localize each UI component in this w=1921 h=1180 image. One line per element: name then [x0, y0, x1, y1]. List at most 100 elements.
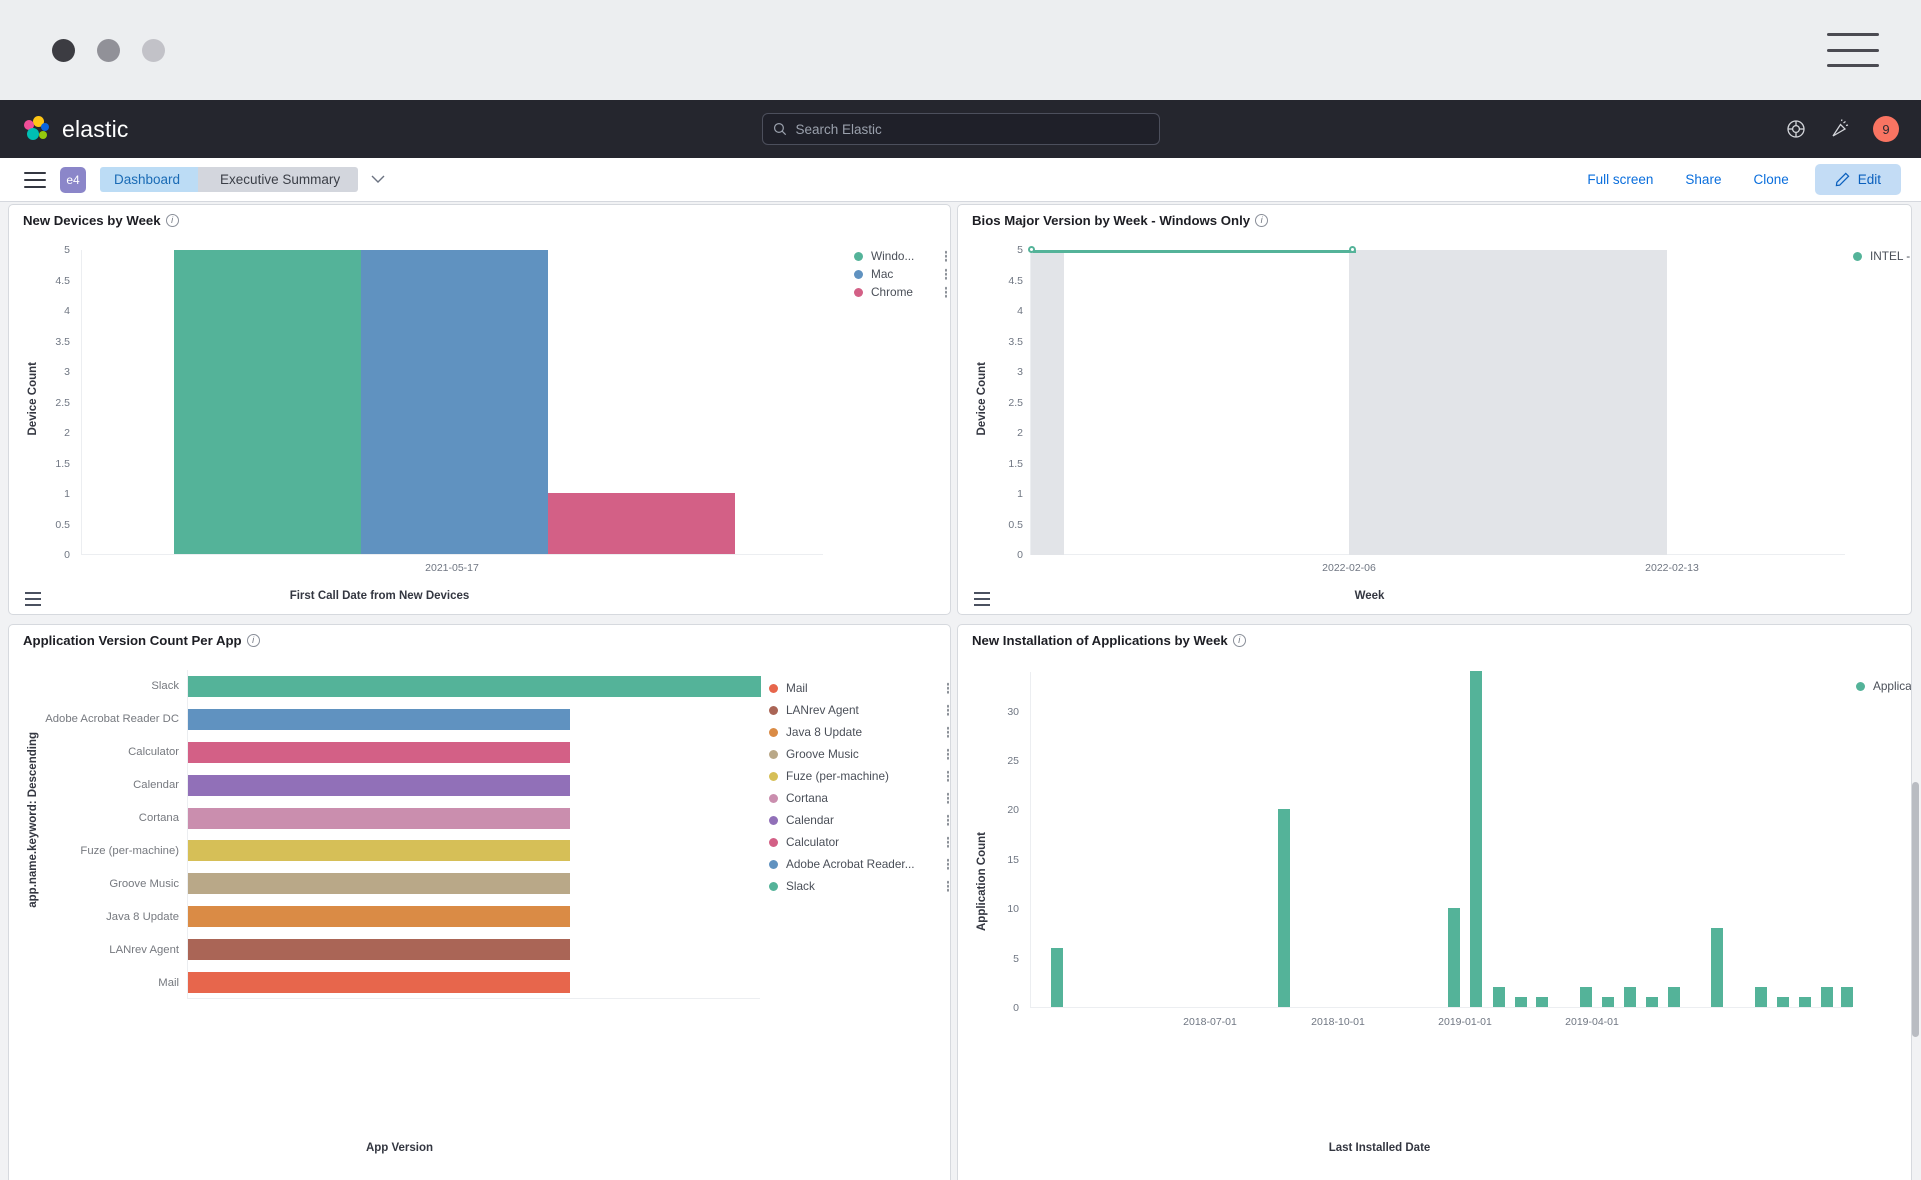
- series-point[interactable]: [1028, 246, 1035, 253]
- panel-title: Bios Major Version by Week - Windows Onl…: [958, 205, 1911, 232]
- category-label: LANrev Agent: [109, 943, 179, 956]
- legend-actions-icon[interactable]: [946, 814, 949, 826]
- breadcrumb-item-executive-summary[interactable]: Executive Summary: [198, 167, 359, 192]
- legend-actions-icon[interactable]: [946, 770, 949, 782]
- bar[interactable]: [1777, 997, 1789, 1007]
- info-icon[interactable]: i: [165, 214, 179, 227]
- announcements-icon[interactable]: [1829, 118, 1851, 140]
- bar-mail[interactable]: [188, 972, 570, 994]
- legend-item[interactable]: Application Co...: [1856, 677, 1911, 695]
- edit-button[interactable]: Edit: [1814, 164, 1901, 195]
- legend-item[interactable]: Groove Music: [769, 743, 950, 765]
- window-minimize-button[interactable]: [97, 38, 120, 62]
- bar-calculator[interactable]: [188, 741, 570, 763]
- y-axis-tick: 0: [64, 549, 70, 561]
- bar[interactable]: [1798, 997, 1811, 1007]
- legend-actions-icon[interactable]: [944, 250, 947, 262]
- bar-lanrev-agent[interactable]: [188, 939, 570, 961]
- user-avatar[interactable]: 9: [1873, 116, 1899, 142]
- nav-menu-icon[interactable]: [24, 171, 46, 188]
- legend-actions-icon[interactable]: [946, 748, 949, 760]
- series-point[interactable]: [1349, 246, 1356, 253]
- browser-menu-icon[interactable]: [1827, 33, 1879, 67]
- bar[interactable]: [1470, 671, 1483, 1007]
- legend-item[interactable]: Slack: [769, 875, 950, 897]
- bar-java-8-update[interactable]: [188, 906, 570, 928]
- bar[interactable]: [1492, 987, 1505, 1007]
- panel-inspect-icon[interactable]: [974, 592, 990, 606]
- bar[interactable]: [1051, 947, 1064, 1007]
- legend-actions-icon[interactable]: [946, 704, 949, 716]
- legend-label: LANrev Agent: [786, 703, 859, 717]
- bar[interactable]: [1602, 997, 1615, 1007]
- legend-actions-icon[interactable]: [946, 880, 949, 892]
- legend-item[interactable]: Adobe Acrobat Reader...: [769, 853, 950, 875]
- bar-fuze-per-machine-[interactable]: [188, 840, 570, 862]
- bar[interactable]: [1645, 997, 1658, 1007]
- legend-actions-icon[interactable]: [946, 858, 949, 870]
- bar[interactable]: [1841, 987, 1853, 1007]
- y-axis-tick: 2.5: [1008, 396, 1023, 409]
- legend-item[interactable]: Windo...: [854, 247, 949, 265]
- legend-label: Cortana: [786, 791, 828, 805]
- legend-item[interactable]: Chrome: [854, 283, 949, 301]
- bar-groove-music[interactable]: [188, 873, 570, 895]
- page-scrollbar[interactable]: [1912, 782, 1919, 1037]
- bar[interactable]: [1514, 997, 1527, 1007]
- info-icon[interactable]: i: [1255, 214, 1269, 227]
- x-axis-tick: 2022-02-06: [1322, 562, 1376, 574]
- bar-slack[interactable]: [188, 675, 761, 697]
- legend-item[interactable]: LANrev Agent: [769, 699, 950, 721]
- bar[interactable]: [1448, 908, 1461, 1007]
- bar[interactable]: [1623, 987, 1636, 1007]
- elastic-logo[interactable]: elastic: [24, 116, 129, 143]
- info-icon[interactable]: i: [246, 634, 260, 647]
- info-icon[interactable]: i: [1232, 634, 1246, 647]
- legend-item[interactable]: Mail: [769, 677, 950, 699]
- legend-item[interactable]: Cortana: [769, 787, 950, 809]
- legend-label: Calculator: [786, 835, 840, 849]
- chevron-down-icon[interactable]: [371, 171, 385, 189]
- legend-actions-icon[interactable]: [946, 792, 949, 804]
- legend-item[interactable]: Java 8 Update: [769, 721, 950, 743]
- x-axis-tick: 1.6: [499, 1010, 511, 1180]
- space-badge[interactable]: e4: [60, 166, 86, 193]
- bar[interactable]: [1820, 987, 1833, 1007]
- legend-item[interactable]: Calendar: [769, 809, 950, 831]
- breadcrumb-item-dashboard[interactable]: Dashboard: [100, 167, 210, 192]
- legend-item[interactable]: Mac: [854, 265, 949, 283]
- bar-chrome[interactable]: [548, 493, 735, 554]
- legend-item[interactable]: INTEL - 6040000 - Sep ...: [1853, 247, 1911, 265]
- bar[interactable]: [1755, 987, 1768, 1007]
- legend-item[interactable]: Calculator: [769, 831, 950, 853]
- legend-item[interactable]: Fuze (per-machine): [769, 765, 950, 787]
- panel-inspect-icon[interactable]: [25, 592, 41, 606]
- bar-calendar[interactable]: [188, 774, 570, 796]
- full-screen-button[interactable]: Full screen: [1571, 172, 1669, 187]
- window-close-button[interactable]: [52, 38, 75, 62]
- series-line[interactable]: [1033, 250, 1356, 253]
- bar-cortana[interactable]: [188, 807, 570, 829]
- bar-mac[interactable]: [361, 250, 548, 554]
- y-axis-tick: 0: [1013, 1002, 1019, 1014]
- help-icon[interactable]: [1785, 118, 1807, 140]
- window-maximize-button[interactable]: [142, 38, 165, 62]
- bar[interactable]: [1580, 987, 1593, 1007]
- legend-color-swatch: [854, 269, 863, 279]
- legend-actions-icon[interactable]: [944, 286, 947, 298]
- bar-adobe-acrobat-reader-dc[interactable]: [188, 708, 570, 730]
- bar-windows[interactable]: [174, 250, 361, 554]
- global-search[interactable]: [761, 113, 1160, 145]
- legend-actions-icon[interactable]: [944, 268, 947, 280]
- bar[interactable]: [1711, 927, 1724, 1007]
- bar[interactable]: [1667, 987, 1680, 1007]
- legend-color-swatch: [769, 793, 778, 803]
- legend-actions-icon[interactable]: [946, 682, 949, 694]
- share-button[interactable]: Share: [1669, 172, 1737, 187]
- search-input[interactable]: [795, 121, 1149, 137]
- bar[interactable]: [1278, 809, 1291, 1007]
- legend-actions-icon[interactable]: [946, 726, 949, 738]
- legend-actions-icon[interactable]: [946, 836, 949, 848]
- bar[interactable]: [1536, 997, 1549, 1007]
- clone-button[interactable]: Clone: [1737, 172, 1804, 187]
